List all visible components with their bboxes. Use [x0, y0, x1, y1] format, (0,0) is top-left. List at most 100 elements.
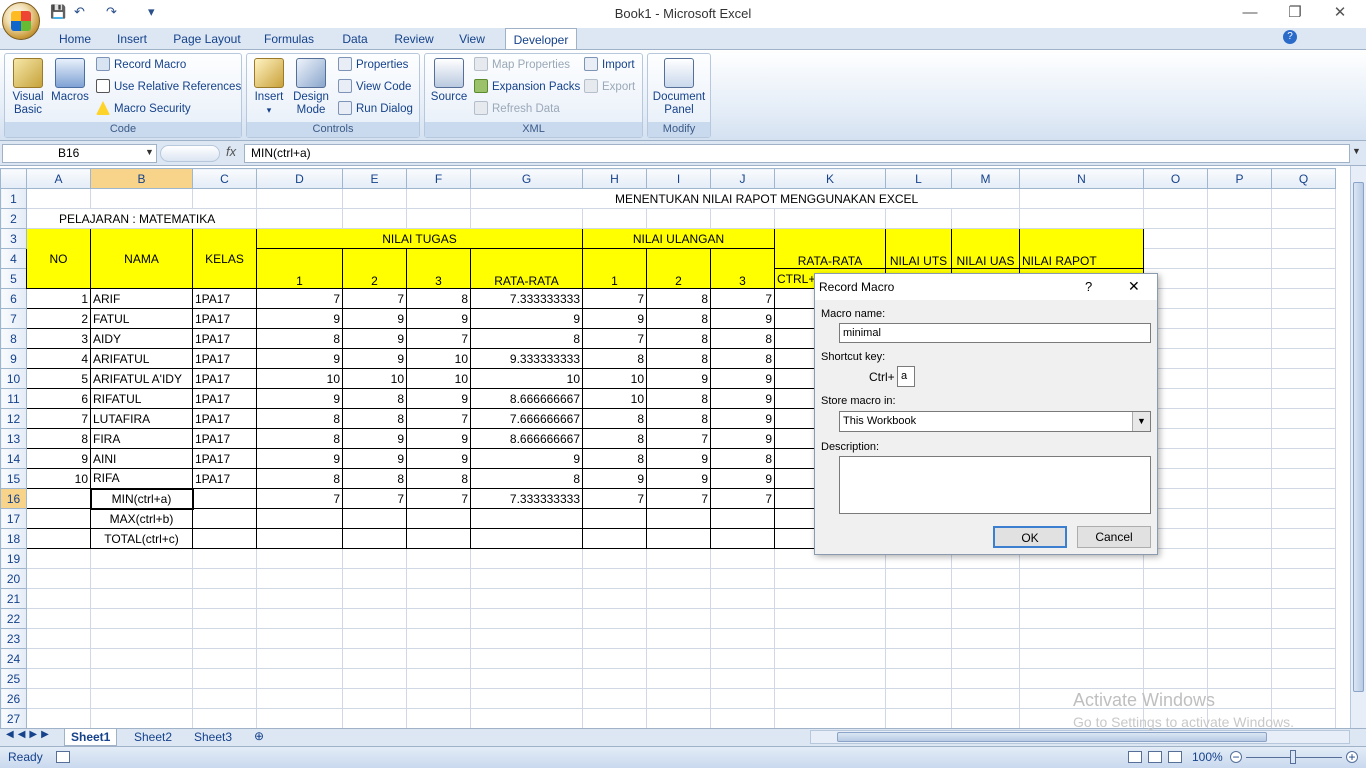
cell[interactable]	[470, 628, 583, 649]
column-header[interactable]: K	[774, 168, 886, 189]
cell[interactable]	[1271, 528, 1336, 549]
row-header[interactable]: 1	[0, 188, 27, 209]
tugas-3-cell[interactable]: 9	[406, 448, 471, 469]
tugas-2-cell[interactable]: 8	[342, 468, 407, 489]
cell[interactable]	[406, 588, 471, 609]
ulangan-2-cell[interactable]: 8	[646, 328, 711, 349]
ulangan-1-cell[interactable]: 8	[582, 448, 647, 469]
min-value-cell[interactable]: 7	[406, 488, 471, 509]
cell[interactable]	[710, 648, 775, 669]
row-header[interactable]: 5	[0, 268, 27, 289]
cell[interactable]	[885, 608, 952, 629]
cell[interactable]	[406, 688, 471, 709]
cell[interactable]	[406, 608, 471, 629]
column-header[interactable]: M	[951, 168, 1020, 189]
ulangan-3-cell[interactable]: 9	[710, 408, 775, 429]
header-nilai-ulangan[interactable]: NILAI ULANGAN	[582, 228, 775, 249]
column-header[interactable]: P	[1207, 168, 1272, 189]
cell[interactable]	[406, 528, 471, 549]
sheet-tab-sheet2[interactable]: Sheet2	[128, 729, 178, 746]
cell[interactable]	[342, 548, 407, 569]
ok-button[interactable]: OK	[993, 526, 1067, 548]
column-header[interactable]: E	[342, 168, 407, 189]
row-header[interactable]: 4	[0, 248, 27, 269]
cell[interactable]	[342, 568, 407, 589]
tugas-rata-cell[interactable]: 7.666666667	[470, 408, 583, 429]
tugas-2-cell[interactable]: 9	[342, 428, 407, 449]
tugas-rata-cell[interactable]: 9	[470, 308, 583, 329]
cell[interactable]	[1271, 388, 1336, 409]
cell[interactable]	[26, 708, 91, 728]
help-icon[interactable]: ?	[1283, 30, 1297, 44]
cell[interactable]	[646, 548, 711, 569]
min-value-cell[interactable]: 7.333333333	[470, 488, 583, 509]
ulangan-1-cell[interactable]: 8	[582, 348, 647, 369]
cell[interactable]	[1271, 688, 1336, 709]
description-textarea[interactable]	[839, 456, 1151, 514]
tugas-rata-cell[interactable]: 7.333333333	[470, 288, 583, 309]
tugas-2-cell[interactable]: 8	[342, 408, 407, 429]
row-header[interactable]: 22	[0, 608, 27, 629]
row-header[interactable]: 3	[0, 228, 27, 249]
cell[interactable]	[1207, 388, 1272, 409]
cell[interactable]	[951, 668, 1020, 689]
cell[interactable]	[256, 188, 343, 209]
ulangan-3-cell[interactable]: 9	[710, 468, 775, 489]
ulangan-1-cell[interactable]: 9	[582, 308, 647, 329]
cell[interactable]	[885, 208, 952, 229]
cell[interactable]	[582, 708, 647, 728]
sheet-tab-sheet1[interactable]: Sheet1	[64, 729, 118, 746]
cell[interactable]	[1207, 508, 1272, 529]
tab-home[interactable]: Home	[52, 28, 98, 50]
cell[interactable]	[90, 608, 193, 629]
cell[interactable]	[710, 608, 775, 629]
cell[interactable]	[90, 588, 193, 609]
column-header[interactable]: J	[710, 168, 775, 189]
visual-basic-button[interactable]: Visual Basic	[8, 58, 48, 117]
no-cell[interactable]: 10	[26, 468, 91, 489]
cell[interactable]	[1271, 428, 1336, 449]
cell[interactable]	[256, 568, 343, 589]
row-header[interactable]: 23	[0, 628, 27, 649]
cell[interactable]	[256, 668, 343, 689]
cell[interactable]	[1207, 688, 1272, 709]
kelas-cell[interactable]: 1PA17	[192, 388, 257, 409]
cell[interactable]	[1019, 568, 1144, 589]
ulangan-1-cell[interactable]: 10	[582, 368, 647, 389]
kelas-cell[interactable]: 1PA17	[192, 308, 257, 329]
tugas-rata-cell[interactable]: 8.666666667	[470, 428, 583, 449]
row-header[interactable]: 14	[0, 448, 27, 469]
row-header[interactable]: 26	[0, 688, 27, 709]
cell[interactable]	[710, 628, 775, 649]
cell[interactable]	[1207, 548, 1272, 569]
column-header[interactable]: A	[26, 168, 91, 189]
ulangan-1-cell[interactable]: 9	[582, 468, 647, 489]
cell[interactable]	[470, 708, 583, 728]
cell[interactable]	[646, 568, 711, 589]
tugas-1-cell[interactable]: 9	[256, 448, 343, 469]
cell[interactable]	[256, 508, 343, 529]
zoom-out-icon[interactable]: −	[1230, 751, 1242, 763]
cell[interactable]	[885, 708, 952, 728]
cell[interactable]	[342, 708, 407, 728]
cell[interactable]	[1207, 208, 1272, 229]
column-header[interactable]: C	[192, 168, 257, 189]
cell[interactable]	[90, 648, 193, 669]
cell[interactable]	[1271, 608, 1336, 629]
horizontal-scroll-thumb[interactable]	[837, 732, 1267, 742]
cell[interactable]	[1271, 208, 1336, 229]
cell[interactable]	[1207, 408, 1272, 429]
ulangan-2-cell[interactable]: 8	[646, 388, 711, 409]
cell[interactable]	[470, 568, 583, 589]
tugas-3-cell[interactable]: 9	[406, 428, 471, 449]
cell[interactable]	[1143, 188, 1208, 209]
cell[interactable]	[470, 208, 583, 229]
cell[interactable]	[406, 628, 471, 649]
tugas-1-cell[interactable]: 9	[256, 388, 343, 409]
cell[interactable]	[406, 508, 471, 529]
properties-button[interactable]: Properties	[338, 56, 408, 74]
cell[interactable]	[1143, 648, 1208, 669]
design-mode-button[interactable]: Design Mode	[290, 58, 332, 117]
column-header[interactable]: B	[90, 168, 193, 189]
cell[interactable]	[192, 648, 257, 669]
